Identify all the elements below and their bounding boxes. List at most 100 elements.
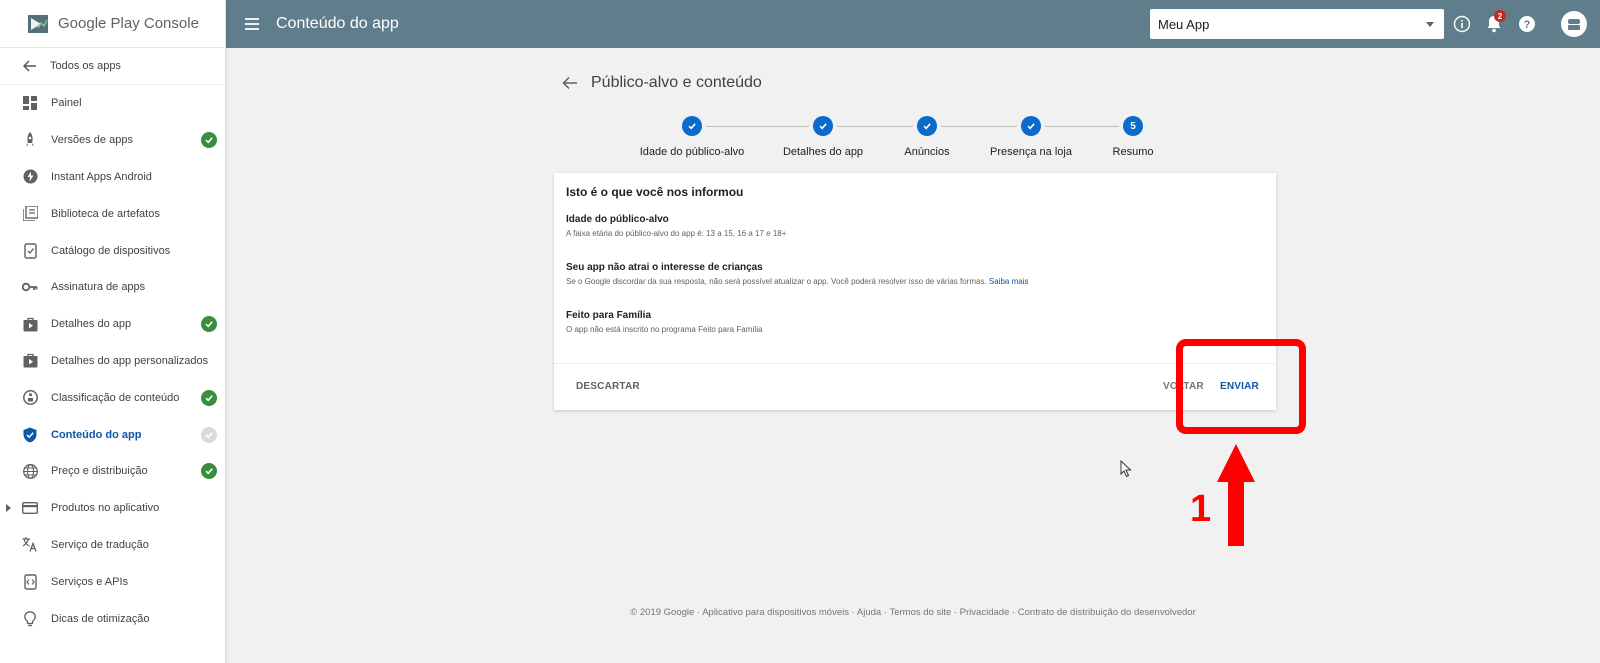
step-5: 5 Resumo — [1063, 113, 1203, 158]
sidebar-item-instant-apps-android[interactable]: Instant Apps Android — [0, 159, 225, 196]
account-icon — [1568, 19, 1580, 30]
sidebar-item-conteudo-do-app[interactable]: Conteúdo do app — [0, 416, 225, 453]
device-catalog-icon — [22, 242, 38, 259]
lightbulb-icon — [22, 610, 38, 627]
completed-check-icon — [201, 316, 217, 333]
sidebar-item-label: Versões de apps — [51, 134, 133, 147]
completed-check-icon — [201, 132, 217, 149]
section-heading: Público-alvo e conteúdo — [591, 74, 762, 91]
translate-icon — [22, 537, 38, 553]
arrow-back-icon — [22, 58, 38, 74]
store-listing-icon — [22, 316, 38, 332]
sidebar-item-label: Detalhes do app personalizados — [51, 354, 209, 367]
step-done-check-icon — [1021, 116, 1041, 136]
sidebar-item-label: Preço e distribuição — [51, 465, 148, 478]
content-header: Público-alvo e conteúdo — [561, 74, 762, 92]
key-icon — [22, 279, 38, 295]
sidebar-item-biblioteca-de-artefatos[interactable]: Biblioteca de artefatos — [0, 195, 225, 232]
top-bar: Conteúdo do app Meu App 2 ? — [226, 0, 1600, 48]
completed-check-icon — [201, 389, 217, 406]
play-console-logo-icon — [28, 14, 48, 33]
notification-count-badge: 2 — [1494, 10, 1506, 22]
svg-text:?: ? — [1524, 19, 1531, 31]
all-apps-label: Todos os apps — [50, 60, 121, 72]
section-title: Feito para Família — [566, 310, 652, 321]
info-icon[interactable] — [1452, 14, 1472, 34]
brand-header[interactable]: Google Play Console — [0, 0, 225, 48]
instant-bolt-icon — [22, 169, 38, 185]
sidebar-item-label: Serviço de tradução — [51, 538, 149, 551]
help-icon[interactable]: ? — [1517, 14, 1537, 34]
app-selector[interactable]: Meu App — [1150, 9, 1444, 39]
api-icon — [22, 574, 38, 590]
step-label: Idade do público-alvo — [639, 146, 745, 158]
sidebar-item-preco-e-distribuicao[interactable]: Preço e distribuição — [0, 453, 225, 490]
summary-section-age: Idade do público-alvo A faixa etária do … — [566, 214, 786, 238]
back-arrow-icon[interactable] — [561, 74, 579, 92]
app-selector-value: Meu App — [1158, 16, 1210, 32]
credit-card-icon — [22, 500, 38, 516]
highlight-box — [1176, 339, 1306, 434]
section-text-body: Se o Google discordar da sua resposta, n… — [566, 277, 987, 286]
annotation-number: 1 — [1190, 488, 1212, 530]
footer: © 2019 Google · Aplicativo para disposit… — [630, 607, 1196, 618]
sidebar-item-dicas-de-otimizacao[interactable]: Dicas de otimização — [0, 600, 225, 637]
step-done-check-icon — [682, 116, 702, 136]
globe-icon — [22, 463, 38, 479]
sidebar-item-label: Instant Apps Android — [51, 170, 152, 183]
step-1: Idade do público-alvo — [622, 113, 762, 158]
all-apps-link[interactable]: Todos os apps — [0, 48, 225, 85]
menu-icon[interactable] — [242, 14, 262, 34]
discard-button[interactable]: DESCARTAR — [566, 373, 650, 399]
sidebar-item-label: Assinatura de apps — [51, 281, 146, 294]
card-divider — [554, 363, 1276, 364]
annotation-arrow-icon — [1217, 444, 1255, 546]
learn-more-link[interactable]: Saiba mais — [989, 277, 1029, 286]
sidebar-item-label: Biblioteca de artefatos — [51, 207, 160, 220]
notifications-icon[interactable]: 2 — [1484, 10, 1506, 34]
pending-check-icon — [201, 426, 217, 443]
sidebar-item-produtos-no-aplicativo[interactable]: Produtos no aplicativo — [0, 490, 225, 527]
sidebar-item-versoes-de-apps[interactable]: Versões de apps — [0, 122, 225, 159]
sidebar-item-catalogo-de-dispositivos[interactable]: Catálogo de dispositivos — [0, 232, 225, 269]
sidebar-item-assinatura-de-apps[interactable]: Assinatura de apps — [0, 269, 225, 306]
section-text: Se o Google discordar da sua resposta, n… — [566, 277, 1029, 286]
store-listing-icon — [22, 353, 38, 369]
rocket-icon — [22, 132, 38, 148]
dropdown-caret-icon — [1426, 22, 1434, 27]
sidebar-item-label: Produtos no aplicativo — [51, 502, 160, 515]
sidebar-item-servico-de-traducao[interactable]: Serviço de tradução — [0, 527, 225, 564]
mouse-cursor-icon — [1120, 460, 1132, 478]
progress-stepper: Idade do público-alvo Detalhes do app Anún… — [640, 113, 1185, 163]
sidebar-item-painel[interactable]: Painel — [0, 85, 225, 122]
sidebar-item-label: Catálogo de dispositivos — [51, 244, 171, 257]
brand-name: Google Play Console — [58, 15, 199, 32]
sidebar-nav: Painel Versões de apps Instant Apps Androi… — [0, 85, 225, 637]
sidebar: Google Play Console Todos os apps Painel… — [0, 0, 226, 663]
step-label: Resumo — [1112, 146, 1154, 158]
shield-icon — [22, 427, 38, 443]
step-done-check-icon — [917, 116, 937, 136]
summary-section-children: Seu app não atrai o interesse de criança… — [566, 262, 1029, 286]
card-title: Isto é o que você nos informou — [566, 185, 744, 199]
completed-check-icon — [201, 463, 217, 480]
expand-arrow-icon[interactable] — [6, 504, 11, 513]
sidebar-item-label: Conteúdo do app — [51, 428, 142, 441]
sidebar-item-servicos-e-apis[interactable]: Serviços e APIs — [0, 563, 225, 600]
summary-section-family: Feito para Família O app não está inscri… — [566, 310, 763, 334]
summary-card: Isto é o que você nos informou Idade do … — [554, 173, 1276, 410]
dashboard-icon — [22, 95, 38, 111]
rating-icon — [22, 390, 38, 406]
sidebar-item-classificacao-de-conteudo[interactable]: Classificação de conteúdo — [0, 379, 225, 416]
account-avatar[interactable] — [1561, 11, 1587, 37]
sidebar-item-label: Serviços e APIs — [51, 575, 129, 588]
sidebar-item-label: Dicas de otimização — [51, 612, 150, 625]
section-title: Idade do público-alvo — [566, 214, 669, 225]
page-title: Conteúdo do app — [276, 15, 399, 32]
section-title: Seu app não atrai o interesse de criança… — [566, 262, 763, 273]
section-text: O app não está inscrito no programa Feit… — [566, 325, 763, 334]
sidebar-item-detalhes-do-app[interactable]: Detalhes do app — [0, 306, 225, 343]
sidebar-item-detalhes-do-app-personalizados[interactable]: Detalhes do app personalizados — [0, 343, 225, 380]
step-done-check-icon — [813, 116, 833, 136]
sidebar-item-label: Classificação de conteúdo — [51, 391, 180, 404]
